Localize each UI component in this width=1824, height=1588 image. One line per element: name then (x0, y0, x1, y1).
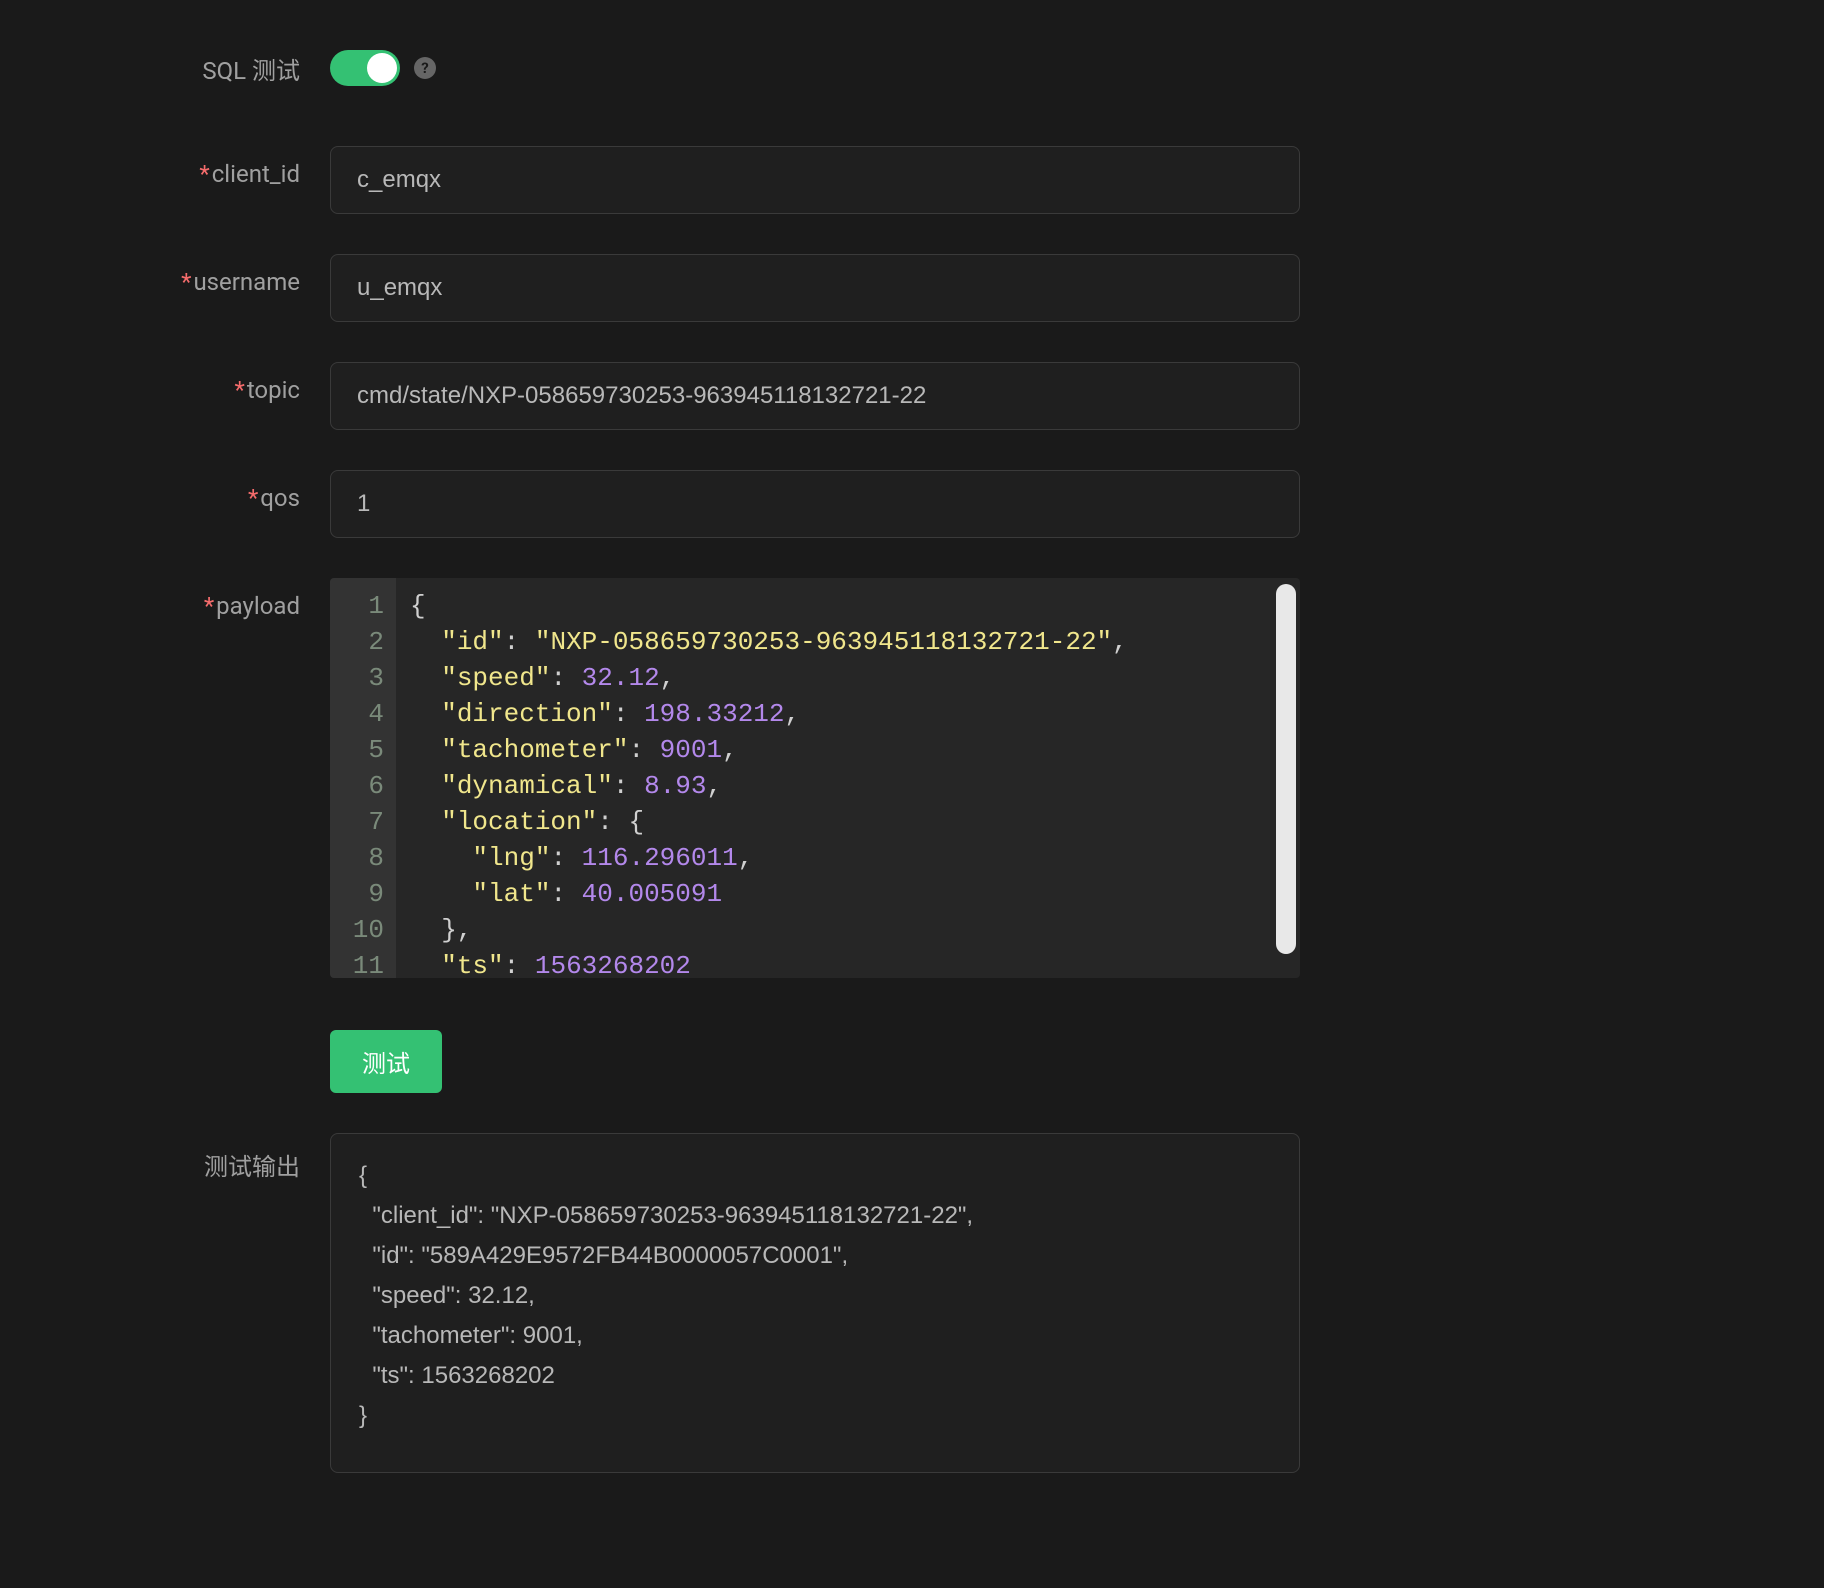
qos-label: *qos (110, 470, 330, 512)
client-id-label: *client_id (110, 146, 330, 188)
toggle-knob (367, 53, 397, 83)
sql-test-toggle[interactable] (330, 50, 400, 86)
client-id-row: *client_id (110, 146, 1824, 214)
help-icon[interactable]: ? (414, 57, 436, 79)
username-row: *username (110, 254, 1824, 322)
qos-row: *qos (110, 470, 1824, 538)
topic-input[interactable] (330, 362, 1300, 430)
sql-test-row: SQL 测试 ? (110, 50, 1824, 86)
test-button-row: 测试 (110, 1018, 1824, 1093)
sql-test-label: SQL 测试 (110, 51, 330, 86)
output-row: 测试输出 { "client_id": "NXP-058659730253-96… (110, 1133, 1824, 1473)
test-button[interactable]: 测试 (330, 1030, 442, 1093)
topic-label: *topic (110, 362, 330, 404)
client-id-input[interactable] (330, 146, 1300, 214)
output-box: { "client_id": "NXP-058659730253-9639451… (330, 1133, 1300, 1473)
payload-editor[interactable]: 1 2 3 4 5 6 7 8 9 10 11 { "id": "NXP-058… (330, 578, 1300, 978)
editor-scrollbar[interactable] (1276, 584, 1296, 954)
output-label: 测试输出 (110, 1133, 330, 1182)
line-gutter: 1 2 3 4 5 6 7 8 9 10 11 (330, 578, 396, 978)
payload-row: *payload 1 2 3 4 5 6 7 8 9 10 11 { "id":… (110, 578, 1824, 978)
qos-input[interactable] (330, 470, 1300, 538)
username-label: *username (110, 254, 330, 296)
username-input[interactable] (330, 254, 1300, 322)
code-body[interactable]: { "id": "NXP-058659730253-96394511813272… (396, 578, 1300, 978)
payload-label: *payload (110, 578, 330, 620)
topic-row: *topic (110, 362, 1824, 430)
sql-test-toggle-wrap: ? (330, 50, 436, 86)
